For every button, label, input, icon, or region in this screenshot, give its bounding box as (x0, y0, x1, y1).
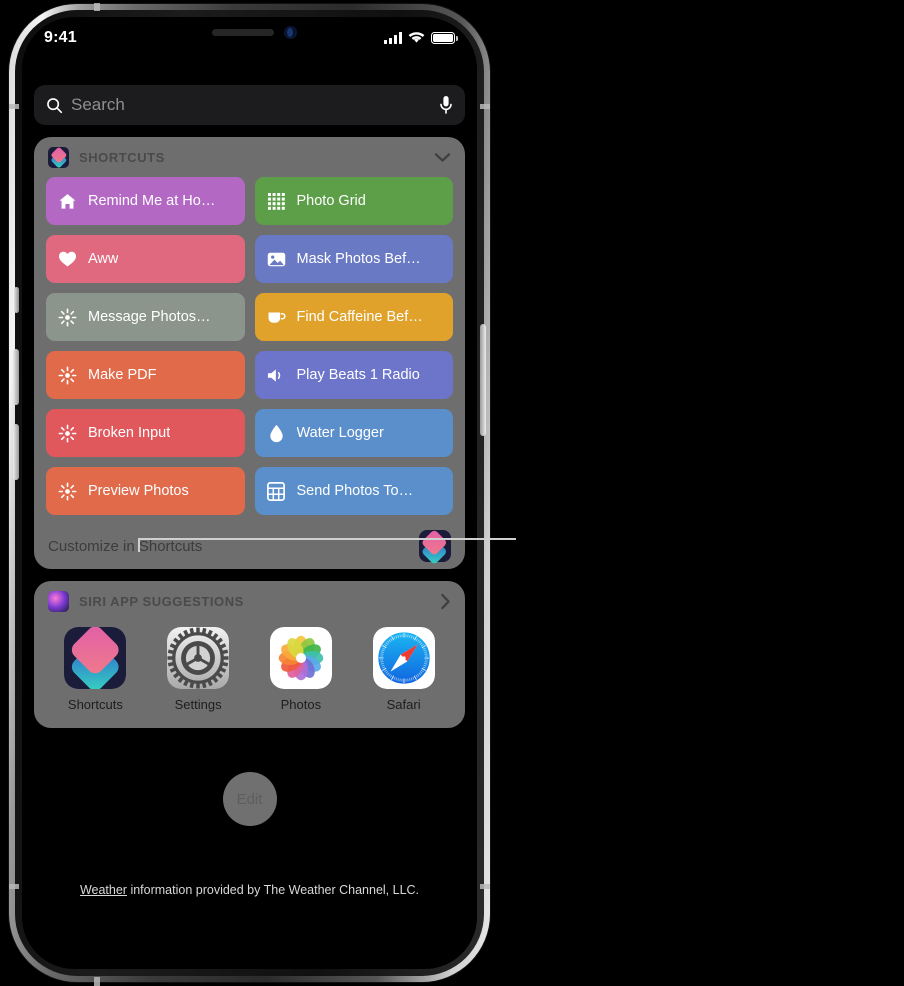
shortcut-tile[interactable]: Water Logger (254, 409, 453, 457)
shortcut-tile[interactable]: Remind Me at Ho… (46, 177, 245, 225)
shortcut-tile-label: Preview Photos (88, 483, 189, 499)
shortcut-tile[interactable]: Photo Grid (254, 177, 453, 225)
customize-label: Customize in Shortcuts (48, 537, 203, 555)
shortcut-tile-label: Aww (88, 251, 119, 267)
shortcut-tile[interactable]: Preview Photos (46, 467, 245, 515)
shortcut-tile-label: Make PDF (88, 367, 157, 383)
siri-suggested-app-label: Shortcuts (67, 697, 123, 712)
sparkle-burst-icon (58, 482, 77, 501)
battery-full-icon (431, 32, 458, 44)
water-drop-icon (267, 424, 286, 443)
shortcut-tile[interactable]: Aww (46, 235, 245, 283)
shortcut-tile-label: Remind Me at Ho… (88, 193, 216, 209)
calculator-icon (267, 481, 286, 501)
siri-suggested-app-label: Settings (174, 697, 222, 712)
device-screen: 9:41 Search SHORTCUTS Remind Me at Ho… P… (22, 17, 477, 969)
customize-in-shortcuts-row[interactable]: Customize in Shortcuts (34, 523, 465, 569)
shortcuts-app-icon[interactable] (419, 528, 451, 564)
shortcut-tile-label: Play Beats 1 Radio (296, 367, 420, 383)
antenna-band (94, 977, 100, 986)
siri-suggested-app[interactable]: Photos (264, 627, 338, 712)
edit-button-container: Edit (22, 772, 477, 826)
settings-app-icon[interactable] (167, 627, 230, 689)
earpiece-speaker-icon (211, 29, 274, 36)
siri-widget-header[interactable]: SIRI APP SUGGESTIONS (34, 581, 465, 621)
shortcut-tile[interactable]: Make PDF (46, 351, 245, 399)
antenna-band (9, 104, 19, 109)
shortcut-tile-label: Broken Input (88, 425, 171, 441)
antenna-band (94, 3, 100, 11)
iphone-device-frame: 9:41 Search SHORTCUTS Remind Me at Ho… P… (9, 3, 490, 986)
silent-switch-button[interactable] (14, 287, 19, 313)
chevron-right-icon[interactable] (440, 593, 451, 610)
volume-up-button[interactable] (13, 349, 19, 405)
status-indicators (384, 31, 458, 44)
power-button[interactable] (480, 324, 486, 436)
shortcut-tile-label: Mask Photos Bef… (296, 251, 421, 267)
antenna-band (480, 884, 490, 889)
shortcut-tile-label: Find Caffeine Bef… (296, 309, 423, 325)
sparkle-burst-icon (58, 424, 77, 443)
siri-suggested-app[interactable]: Settings (161, 627, 235, 712)
shortcut-tile-label: Send Photos To… (296, 483, 414, 499)
grid-dots-icon (267, 192, 286, 211)
antenna-band (480, 104, 490, 109)
wifi-icon (408, 32, 425, 43)
heart-icon (58, 250, 77, 269)
shortcut-tile[interactable]: Broken Input (46, 409, 245, 457)
shortcut-tile[interactable]: Play Beats 1 Radio (254, 351, 453, 399)
siri-widget-title: SIRI APP SUGGESTIONS (79, 593, 244, 609)
siri-suggested-app[interactable]: Safari (367, 627, 441, 712)
coffee-cup-icon (267, 308, 286, 327)
photo-icon (267, 250, 286, 269)
sparkle-burst-icon (58, 366, 77, 385)
weather-link[interactable]: Weather (80, 883, 127, 897)
siri-app-list: Shortcuts Settings Photos Safari (34, 621, 465, 728)
shortcuts-widget: SHORTCUTS Remind Me at Ho… Photo Grid Aww M… (34, 137, 465, 569)
weather-attribution: Weather information provided by The Weat… (22, 883, 477, 897)
volume-down-button[interactable] (13, 424, 19, 480)
status-time: 9:41 (44, 29, 77, 46)
shortcuts-tile-grid: Remind Me at Ho… Photo Grid Aww Mask Photos… (34, 177, 465, 517)
shortcuts-app-icon (48, 146, 69, 169)
edit-button[interactable]: Edit (222, 772, 277, 826)
siri-icon (48, 590, 69, 612)
shortcut-tile[interactable]: Send Photos To… (254, 467, 453, 515)
safari-app-icon[interactable] (372, 627, 435, 689)
callout-line-horizontal (138, 538, 516, 540)
sparkle-burst-icon (58, 308, 77, 327)
shortcut-tile[interactable]: Mask Photos Bef… (254, 235, 453, 283)
front-camera-icon (283, 26, 297, 39)
photos-app-icon[interactable] (269, 627, 332, 689)
search-icon (47, 97, 63, 113)
house-icon (58, 192, 77, 211)
speaker-wave-icon (267, 366, 286, 385)
search-page-content: Search SHORTCUTS Remind Me at Ho… Photo … (22, 61, 477, 826)
siri-suggested-app-label: Safari (386, 697, 421, 712)
shortcut-tile-label: Message Photos… (88, 309, 211, 325)
search-bar[interactable]: Search (34, 85, 465, 125)
notch (173, 17, 326, 41)
screenshot-root: 9:41 Search SHORTCUTS Remind Me at Ho… P… (0, 0, 904, 986)
shortcuts-app-icon[interactable] (64, 627, 127, 689)
shortcuts-widget-title: SHORTCUTS (79, 149, 165, 165)
cellular-bars-icon (384, 32, 402, 44)
siri-app-suggestions-widget: SIRI APP SUGGESTIONS Shortcuts Settings (34, 581, 465, 728)
siri-suggested-app-label: Photos (280, 697, 322, 712)
microphone-icon[interactable] (439, 95, 453, 115)
shortcut-tile[interactable]: Find Caffeine Bef… (254, 293, 453, 341)
search-input[interactable]: Search (71, 95, 439, 115)
siri-suggested-app[interactable]: Shortcuts (58, 627, 132, 712)
weather-attribution-text: information provided by The Weather Chan… (126, 883, 420, 897)
shortcuts-widget-header[interactable]: SHORTCUTS (34, 137, 465, 177)
shortcut-tile[interactable]: Message Photos… (46, 293, 245, 341)
shortcut-tile-label: Photo Grid (296, 193, 366, 209)
shortcut-tile-label: Water Logger (296, 425, 384, 441)
antenna-band (9, 884, 19, 889)
callout-line-tick (138, 538, 140, 552)
chevron-down-icon[interactable] (434, 152, 451, 163)
